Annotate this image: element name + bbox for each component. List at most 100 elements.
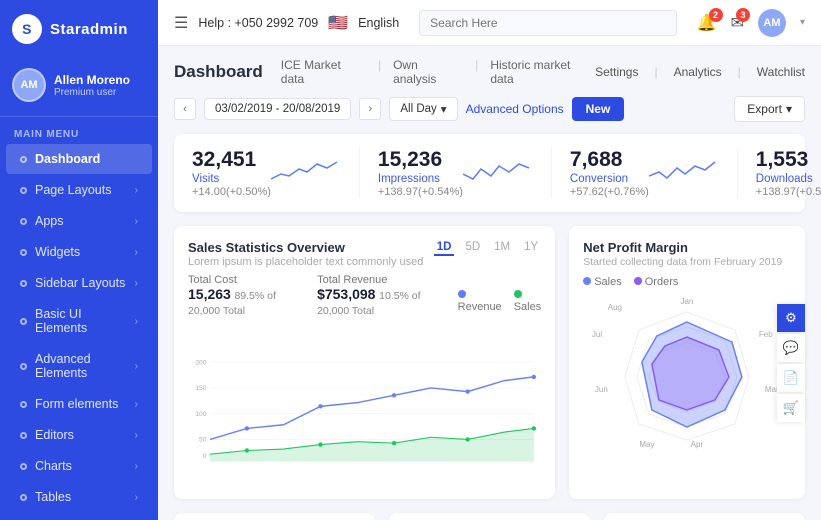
net-profit-title: Net Profit Margin xyxy=(583,240,791,255)
website-audience-card: Website Audience Metrics xyxy=(604,513,805,520)
sidebar-item-dot xyxy=(20,363,27,370)
next-date-button[interactable]: › xyxy=(359,98,381,120)
topbar: ☰ Help : +050 2992 709 🇺🇸 English 🔔 2 ✉ … xyxy=(158,0,821,46)
profile-role: Premium user xyxy=(54,87,130,98)
sales-chart-card: Sales Statistics Overview Lorem ipsum is… xyxy=(174,226,555,499)
sidebar-item-dashboard[interactable]: Dashboard xyxy=(6,144,152,174)
sidebar-item-dot xyxy=(20,401,27,408)
sidebar-logo[interactable]: S Staradmin xyxy=(0,0,158,58)
chevron-right-icon: › xyxy=(135,216,138,227)
sidebar-item-label: Form elements xyxy=(35,397,118,411)
svg-text:May: May xyxy=(640,440,655,449)
dashboard-header: Dashboard ICE Market data | Own analysis… xyxy=(174,58,805,86)
chart-tab-1d[interactable]: 1D xyxy=(434,240,455,256)
stat-downloads: 1,553 Downloads +138.97(+0.54%) xyxy=(738,148,821,198)
time-filter-dropdown[interactable]: All Day ▾ xyxy=(389,97,457,121)
chevron-right-icon: › xyxy=(135,361,138,372)
avatar: AM xyxy=(12,68,46,102)
messages-button[interactable]: ✉ 3 xyxy=(731,13,744,33)
analytics-link[interactable]: Analytics xyxy=(674,65,722,79)
sidebar-section-label: Main Menu xyxy=(0,123,158,143)
sidebar-item-label: Charts xyxy=(35,459,72,473)
sidebar-item-apps[interactable]: Apps › xyxy=(6,206,152,236)
sales-line-chart: 200 150 100 50 0 xyxy=(188,327,541,482)
main-area: ☰ Help : +050 2992 709 🇺🇸 English 🔔 2 ✉ … xyxy=(158,0,821,520)
sidebar-item-tables[interactable]: Tables › xyxy=(6,482,152,512)
topbar-help: Help : +050 2992 709 xyxy=(198,16,318,30)
sidebar-item-left: Editors xyxy=(20,428,74,442)
topbar-language[interactable]: English xyxy=(358,16,399,30)
sidebar-item-popups[interactable]: Popups › xyxy=(6,513,152,520)
user-dropdown-icon[interactable]: ▾ xyxy=(800,17,805,28)
notifications-badge: 2 xyxy=(709,8,723,22)
sales-chart-tabs: 1D 5D 1M 1Y xyxy=(434,240,541,256)
sidebar-item-left: Widgets xyxy=(20,245,80,259)
watchlist-link[interactable]: Watchlist xyxy=(757,65,805,79)
bottom-row: Total Revenue +1.37% Transaction -2.87% … xyxy=(174,513,805,520)
chart-tab-1m[interactable]: 1M xyxy=(491,240,513,256)
sidebar-item-left: Form elements xyxy=(20,397,118,411)
sidebar-item-form-elements[interactable]: Form elements › xyxy=(6,389,152,419)
settings-link[interactable]: Settings xyxy=(595,65,638,79)
export-button[interactable]: Export ▾ xyxy=(734,96,805,122)
logo-icon: S xyxy=(12,14,42,44)
user-avatar-button[interactable]: AM xyxy=(758,9,786,37)
net-profit-card: Net Profit Margin Started collecting dat… xyxy=(569,226,805,499)
sidebar-item-widgets[interactable]: Widgets › xyxy=(6,237,152,267)
sidebar-item-left: Page Layouts xyxy=(20,183,111,197)
sidebar-item-dot xyxy=(20,463,27,470)
gear-float-button[interactable]: ⚙ xyxy=(777,304,805,332)
sidebar-item-left: Apps xyxy=(20,214,64,228)
date-range[interactable]: 03/02/2019 - 20/08/2019 xyxy=(204,98,351,120)
messages-badge: 3 xyxy=(736,8,750,22)
document-float-button[interactable]: 📄 xyxy=(777,364,805,392)
advanced-options-link[interactable]: Advanced Options xyxy=(466,102,564,116)
transaction-card: Transaction -2.87% xyxy=(389,513,590,520)
dashboard-header-right: Settings | Analytics | Watchlist xyxy=(595,65,805,79)
sidebar-item-dot xyxy=(20,318,27,325)
chevron-right-icon: › xyxy=(135,430,138,441)
tab-historic[interactable]: Historic market data xyxy=(490,58,595,86)
sidebar-item-label: Advanced Elements xyxy=(35,352,135,380)
sidebar-item-page-layouts[interactable]: Page Layouts › xyxy=(6,175,152,205)
prev-date-button[interactable]: ‹ xyxy=(174,98,196,120)
net-profit-legend: Sales Orders xyxy=(583,276,791,288)
sidebar-item-label: Tables xyxy=(35,490,71,504)
sidebar-item-sidebar-layouts[interactable]: Sidebar Layouts › xyxy=(6,268,152,298)
sidebar-item-charts[interactable]: Charts › xyxy=(6,451,152,481)
sidebar-item-label: Widgets xyxy=(35,245,80,259)
sidebar-item-dot xyxy=(20,280,27,287)
svg-text:200: 200 xyxy=(195,359,206,366)
radar-chart: Jan Feb Mar Apr May Jun Jul Aug xyxy=(583,292,791,452)
svg-text:100: 100 xyxy=(195,411,206,418)
content-area: Dashboard ICE Market data | Own analysis… xyxy=(158,46,821,520)
sidebar-item-label: Apps xyxy=(35,214,64,228)
chevron-right-icon: › xyxy=(135,399,138,410)
charts-row: Sales Statistics Overview Lorem ipsum is… xyxy=(174,226,805,499)
sidebar-item-editors[interactable]: Editors › xyxy=(6,420,152,450)
sidebar-item-left: Advanced Elements xyxy=(20,352,135,380)
search-input[interactable] xyxy=(419,10,676,36)
chart-tab-5d[interactable]: 5D xyxy=(462,240,483,256)
tab-own-analysis[interactable]: Own analysis xyxy=(393,58,463,86)
sidebar-item-basic-ui[interactable]: Basic UI Elements › xyxy=(6,299,152,343)
sidebar-item-left: Sidebar Layouts xyxy=(20,276,125,290)
tab-ice-market[interactable]: ICE Market data xyxy=(281,58,366,86)
sidebar-item-advanced-elements[interactable]: Advanced Elements › xyxy=(6,344,152,388)
dashboard-tabs: ICE Market data | Own analysis | Histori… xyxy=(281,58,595,86)
chevron-right-icon: › xyxy=(135,316,138,327)
hamburger-icon[interactable]: ☰ xyxy=(174,13,188,33)
notifications-button[interactable]: 🔔 2 xyxy=(697,13,717,33)
sidebar-item-label: Sidebar Layouts xyxy=(35,276,125,290)
svg-text:150: 150 xyxy=(195,385,206,392)
sidebar-item-label: Dashboard xyxy=(35,152,100,166)
cart-float-button[interactable]: 🛒 xyxy=(777,394,805,422)
sidebar-profile[interactable]: AM Allen Moreno Premium user xyxy=(0,58,158,117)
chat-float-button[interactable]: 💬 xyxy=(777,334,805,362)
chart-tab-1y[interactable]: 1Y xyxy=(521,240,541,256)
chart-stats-row: Total Cost 15,263 89.5% of 20,000 Total … xyxy=(188,274,541,317)
profile-name: Allen Moreno xyxy=(54,73,130,87)
logo-text: Staradmin xyxy=(50,21,128,38)
svg-text:Jul: Jul xyxy=(592,330,602,339)
new-button[interactable]: New xyxy=(572,97,625,121)
